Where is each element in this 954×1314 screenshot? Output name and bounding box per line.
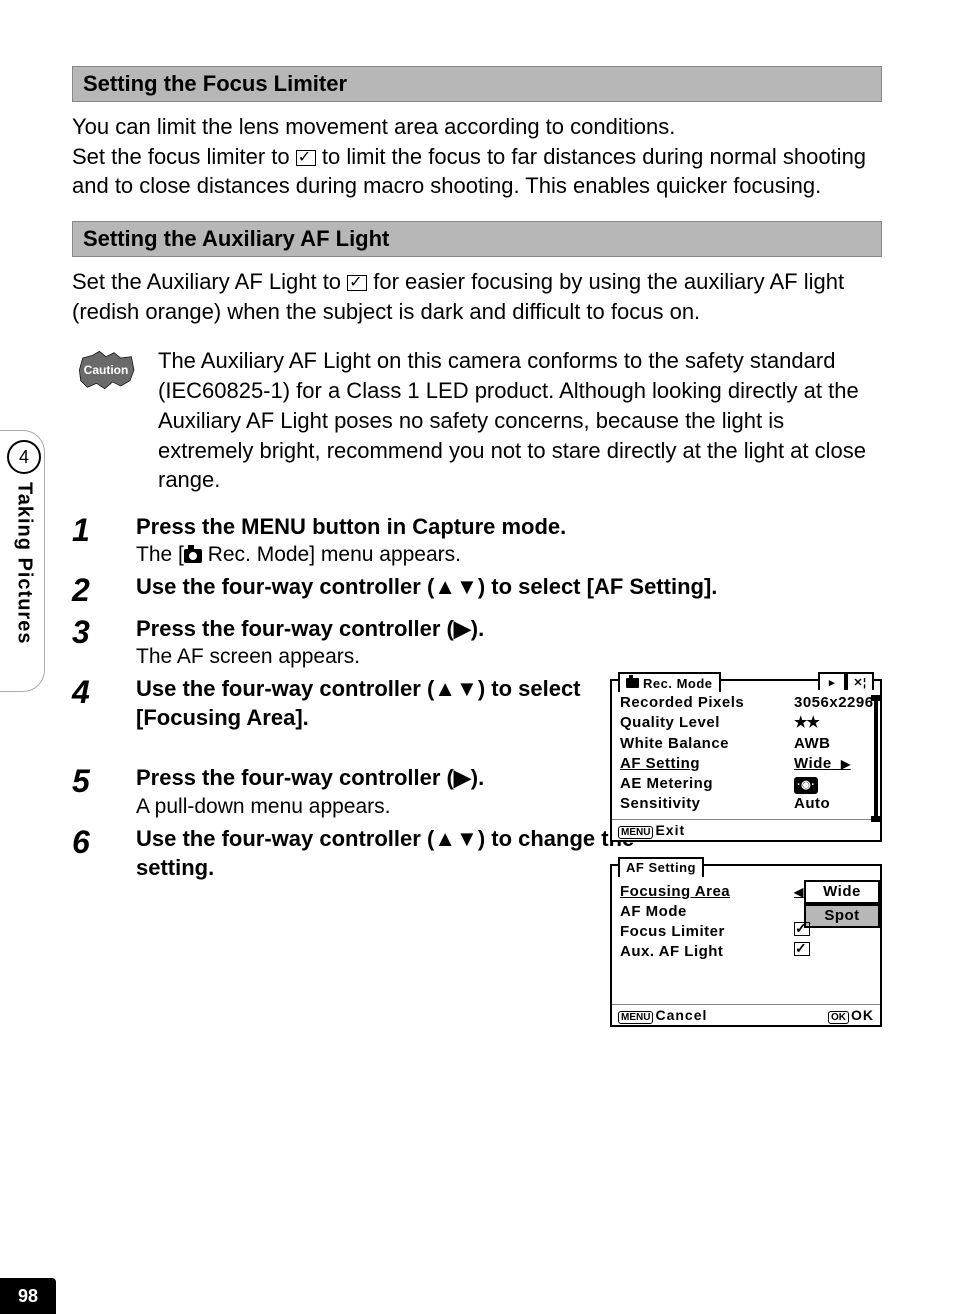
tools-icon: ✕¦ — [846, 672, 874, 690]
right-arrow-icon: ▶ — [841, 757, 851, 771]
step-title: Use the four-way controller (▲▼) to sele… — [136, 573, 882, 602]
lcd-illustrations: Rec. Mode ▸ ✕¦ Recorded Pixels3056x2296 … — [610, 679, 882, 1049]
checkbox-on-icon — [794, 942, 810, 956]
step-title: Press the four-way controller (▶). — [136, 764, 636, 793]
left-arrow-icon: ◀ — [794, 885, 804, 899]
step-title: Use the four-way controller (▲▼) to chan… — [136, 825, 636, 882]
checkbox-on-icon — [296, 150, 316, 166]
chapter-label: Taking Pictures — [13, 482, 36, 682]
step-number: 4 — [72, 675, 112, 732]
step-number: 5 — [72, 764, 112, 819]
step-subtext: The AF screen appears. — [136, 645, 636, 669]
dropdown-option-selected: Spot — [804, 904, 880, 928]
caution-block: Caution The Auxiliary AF Light on this c… — [72, 346, 882, 494]
side-tab: 4 Taking Pictures — [0, 440, 48, 682]
lcd-top-icons: ▸ ✕¦ — [818, 672, 874, 690]
playback-icon: ▸ — [818, 672, 846, 690]
camera-icon — [626, 678, 639, 688]
step-3: 3 Press the four-way controller (▶). The… — [72, 615, 882, 670]
menu-key-icon: MENU — [618, 1011, 653, 1024]
lcd-row-selected: AF SettingWide ▶ — [620, 754, 874, 774]
lcd-footer: MENUCancel OKOK — [612, 1004, 880, 1025]
section-body-aux-af-light: Set the Auxiliary AF Light to for easier… — [72, 267, 882, 326]
lcd-row: SensitivityAuto — [620, 794, 874, 814]
page-number: 98 — [0, 1278, 56, 1314]
step-number: 2 — [72, 573, 112, 608]
lcd-rec-mode: Rec. Mode ▸ ✕¦ Recorded Pixels3056x2296 … — [610, 679, 882, 842]
lcd-af-setting: AF Setting Focusing Area ◀ Wide Spot AF … — [610, 864, 882, 1027]
step-title: Press the MENU button in Capture mode. — [136, 513, 882, 542]
checkbox-on-icon — [347, 275, 367, 291]
step-1: 1 Press the MENU button in Capture mode.… — [72, 513, 882, 568]
caution-text: The Auxiliary AF Light on this camera co… — [158, 346, 882, 494]
camera-icon — [184, 549, 202, 563]
section-body-focus-limiter: You can limit the lens movement area acc… — [72, 112, 882, 201]
lcd-row: Quality Level★★ — [620, 713, 874, 733]
lcd-row: Aux. AF Light — [620, 942, 874, 962]
step-subtext: A pull-down menu appears. — [136, 795, 636, 819]
section-heading-focus-limiter: Setting the Focus Limiter — [72, 66, 882, 102]
step-2: 2 Use the four-way controller (▲▼) to se… — [72, 573, 882, 608]
step-title: Use the four-way controller (▲▼) to sele… — [136, 675, 636, 732]
step-number: 1 — [72, 513, 112, 568]
lcd-tab: Rec. Mode — [618, 672, 721, 692]
svg-text:Caution: Caution — [84, 363, 129, 377]
lcd-row: White BalanceAWB — [620, 734, 874, 754]
lcd-row: Recorded Pixels3056x2296 — [620, 693, 874, 713]
checkbox-on-icon — [794, 922, 810, 936]
lcd-footer: MENUExit — [612, 819, 880, 840]
chapter-number: 4 — [7, 440, 41, 474]
step-number: 3 — [72, 615, 112, 670]
scrollbar-icon — [874, 701, 878, 816]
caution-icon: Caution — [72, 350, 140, 390]
lcd-row-selected: Focusing Area ◀ Wide Spot — [620, 882, 874, 902]
metering-icon: ·◉· — [794, 777, 818, 794]
step-subtext: The [ Rec. Mode] menu appears. — [136, 543, 882, 567]
manual-page: 4 Taking Pictures Setting the Focus Limi… — [0, 0, 954, 1314]
section-heading-aux-af-light: Setting the Auxiliary AF Light — [72, 221, 882, 257]
menu-key-icon: MENU — [618, 826, 653, 839]
lcd-row: AE Metering·◉· — [620, 774, 874, 794]
step-title: Press the four-way controller (▶). — [136, 615, 636, 644]
step-number: 6 — [72, 825, 112, 882]
ok-key-icon: OK — [828, 1011, 849, 1024]
dropdown-option: Wide — [804, 880, 880, 904]
